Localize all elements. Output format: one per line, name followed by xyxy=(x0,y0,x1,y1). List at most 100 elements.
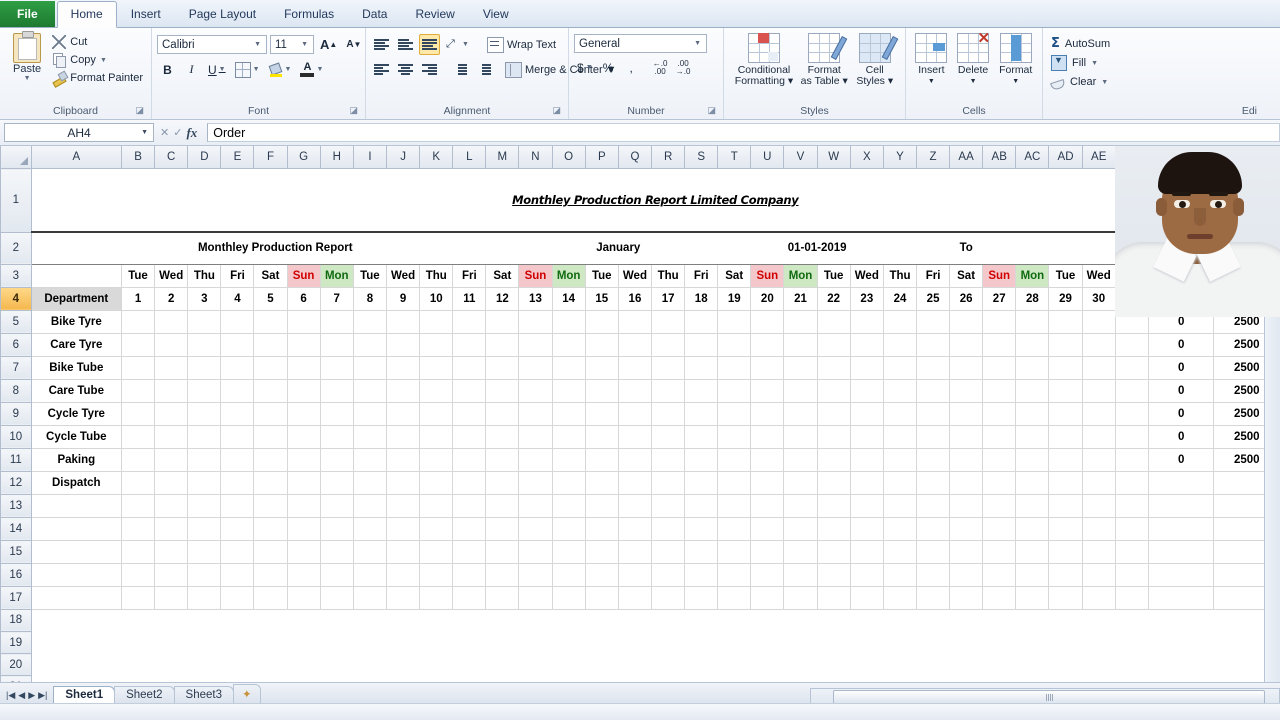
production-cell[interactable] xyxy=(882,585,918,610)
empty-cell[interactable] xyxy=(717,653,751,676)
row-header-5[interactable]: 5 xyxy=(0,309,32,334)
column-header-A[interactable]: A xyxy=(30,146,122,169)
empty-cell[interactable] xyxy=(1115,609,1149,632)
production-cell[interactable] xyxy=(120,585,156,610)
empty-cell[interactable] xyxy=(419,609,453,632)
production-cell[interactable] xyxy=(485,585,520,610)
production-cell[interactable] xyxy=(816,378,851,403)
prev-sheet-button[interactable]: ◀ xyxy=(18,690,25,701)
production-cell[interactable] xyxy=(617,447,653,472)
production-cell[interactable] xyxy=(319,585,354,610)
empty-cell[interactable] xyxy=(419,631,453,654)
empty-cell[interactable] xyxy=(783,631,818,654)
production-cell[interactable] xyxy=(617,516,653,541)
production-cell[interactable] xyxy=(253,309,288,334)
cut-button[interactable]: Cut xyxy=(49,34,146,50)
empty-cell[interactable] xyxy=(585,609,619,632)
production-cell[interactable] xyxy=(551,355,586,380)
production-cell[interactable] xyxy=(220,493,255,518)
empty-cell[interactable] xyxy=(187,653,221,676)
empty-cell[interactable] xyxy=(982,609,1016,632)
production-cell[interactable] xyxy=(882,401,918,426)
production-cell[interactable] xyxy=(120,447,156,472)
production-cell[interactable] xyxy=(717,378,752,403)
empty-cell[interactable] xyxy=(916,631,950,654)
row-header-16[interactable]: 16 xyxy=(0,562,32,587)
empty-cell[interactable] xyxy=(618,631,652,654)
production-cell[interactable] xyxy=(518,470,553,495)
production-cell[interactable] xyxy=(849,401,884,426)
production-cell[interactable] xyxy=(1015,332,1050,357)
cancel-formula-icon[interactable]: ✕ xyxy=(160,126,169,139)
production-cell[interactable] xyxy=(783,585,818,610)
production-cell[interactable] xyxy=(419,493,454,518)
production-cell[interactable] xyxy=(717,562,752,587)
production-cell[interactable] xyxy=(949,355,984,380)
empty-cell[interactable] xyxy=(717,631,751,654)
column-header-C[interactable]: C xyxy=(154,146,189,169)
production-cell[interactable] xyxy=(187,562,222,587)
empty-cell[interactable] xyxy=(717,609,751,632)
production-cell[interactable] xyxy=(849,470,884,495)
row-header-18[interactable]: 18 xyxy=(0,608,32,632)
empty-cell[interactable] xyxy=(750,653,784,676)
production-cell[interactable] xyxy=(816,332,851,357)
production-cell[interactable] xyxy=(684,378,719,403)
tab-data[interactable]: Data xyxy=(348,1,401,27)
empty-cell[interactable] xyxy=(287,653,321,676)
production-cell[interactable] xyxy=(783,562,818,587)
last-sheet-button[interactable]: ▶| xyxy=(38,690,47,701)
production-cell[interactable] xyxy=(617,585,653,610)
row-header-2[interactable]: 2 xyxy=(0,231,32,265)
production-cell[interactable] xyxy=(319,470,354,495)
tab-home[interactable]: Home xyxy=(56,1,117,28)
production-cell[interactable] xyxy=(816,516,851,541)
decrease-decimal-button[interactable]: .00 →.0 xyxy=(673,57,694,78)
production-cell[interactable] xyxy=(319,562,354,587)
empty-cell[interactable] xyxy=(485,609,519,632)
shrink-font-button[interactable]: A ▼ xyxy=(343,34,364,55)
production-cell[interactable] xyxy=(518,401,553,426)
borders-button[interactable]: ▼ xyxy=(232,59,263,80)
production-cell[interactable] xyxy=(419,447,454,472)
production-cell[interactable] xyxy=(551,447,586,472)
production-cell[interactable] xyxy=(187,470,222,495)
column-header-L[interactable]: L xyxy=(452,146,487,169)
complete-value[interactable] xyxy=(1147,539,1215,564)
empty-cell[interactable] xyxy=(353,631,387,654)
production-cell[interactable] xyxy=(849,562,884,587)
empty-cell[interactable] xyxy=(750,609,784,632)
production-cell[interactable] xyxy=(1114,424,1149,449)
empty-cell[interactable] xyxy=(253,631,287,654)
production-cell[interactable] xyxy=(882,355,918,380)
production-cell[interactable] xyxy=(1048,424,1083,449)
empty-cell[interactable] xyxy=(452,653,486,676)
production-cell[interactable] xyxy=(750,562,785,587)
row-header-13[interactable]: 13 xyxy=(0,493,32,518)
production-cell[interactable] xyxy=(385,401,421,426)
production-cell[interactable] xyxy=(816,447,851,472)
empty-cell[interactable] xyxy=(253,609,287,632)
production-cell[interactable] xyxy=(651,493,686,518)
row-header-6[interactable]: 6 xyxy=(0,332,32,357)
production-cell[interactable] xyxy=(352,539,387,564)
production-cell[interactable] xyxy=(385,493,421,518)
column-header-AC[interactable]: AC xyxy=(1015,146,1050,169)
empty-cell[interactable] xyxy=(916,609,950,632)
production-cell[interactable] xyxy=(419,401,454,426)
production-cell[interactable] xyxy=(518,562,553,587)
production-cell[interactable] xyxy=(1081,401,1116,426)
complete-value[interactable] xyxy=(1147,562,1215,587)
production-cell[interactable] xyxy=(1081,424,1116,449)
production-cell[interactable] xyxy=(187,516,222,541)
empty-cell[interactable] xyxy=(949,653,983,676)
empty-cell[interactable] xyxy=(916,653,950,676)
production-cell[interactable] xyxy=(1081,332,1116,357)
production-cell[interactable] xyxy=(783,332,818,357)
production-cell[interactable] xyxy=(584,447,619,472)
production-cell[interactable] xyxy=(651,378,686,403)
empty-cell[interactable] xyxy=(518,653,553,676)
column-header-W[interactable]: W xyxy=(816,146,851,169)
empty-cell[interactable] xyxy=(1148,653,1214,676)
production-cell[interactable] xyxy=(882,539,918,564)
